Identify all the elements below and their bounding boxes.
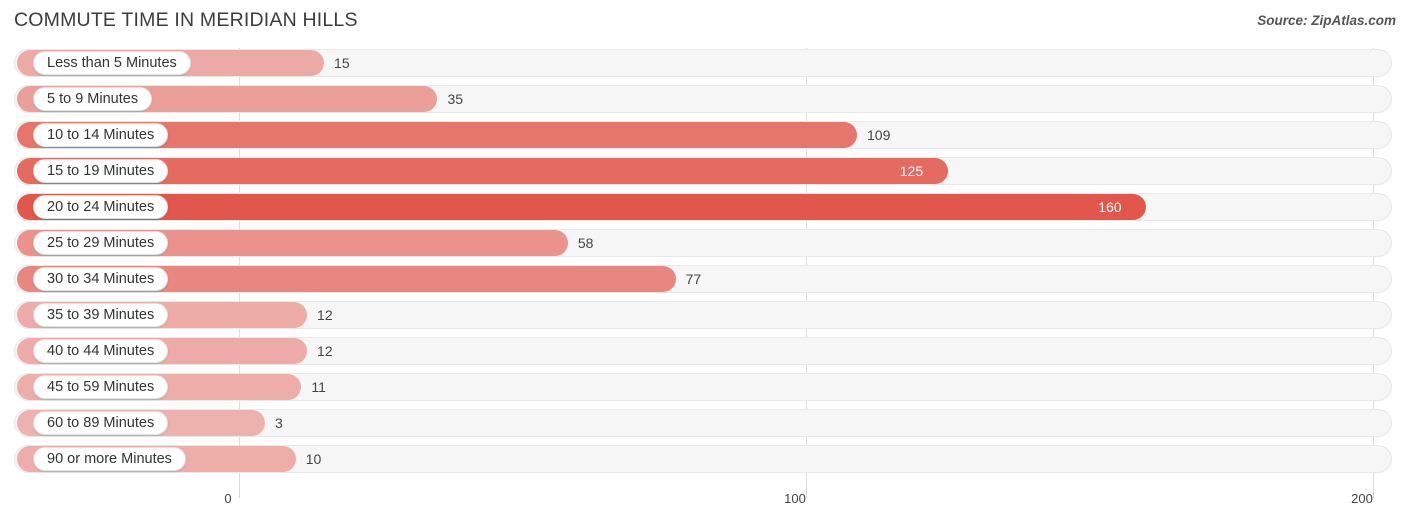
category-label: 5 to 9 Minutes xyxy=(47,90,139,107)
category-label: 25 to 29 Minutes xyxy=(47,234,155,251)
bar-value-label: 58 xyxy=(577,235,594,251)
category-label-pill: 15 to 19 Minutes xyxy=(33,159,169,183)
x-axis: 0 100 200 xyxy=(0,486,1406,522)
axis-tick xyxy=(806,486,807,498)
category-label-pill: 90 or more Minutes xyxy=(33,447,186,471)
page-title: COMMUTE TIME IN MERIDIAN HILLS xyxy=(14,9,358,31)
category-label: 40 to 44 Minutes xyxy=(47,342,155,359)
bar-row[interactable]: 20 to 24 Minutes 160 xyxy=(0,192,1406,222)
bar-value-label: 125 xyxy=(899,163,924,179)
bar-row[interactable]: 5 to 9 Minutes 35 xyxy=(0,84,1406,114)
axis-tick xyxy=(239,486,240,498)
bar-value-label: 109 xyxy=(867,127,891,143)
bar-value-label: 35 xyxy=(447,91,464,107)
category-label: 60 to 89 Minutes xyxy=(47,414,155,431)
category-label: 15 to 19 Minutes xyxy=(47,162,155,179)
category-label-pill: 5 to 9 Minutes xyxy=(33,87,153,111)
bar-row[interactable]: 15 to 19 Minutes 125 xyxy=(0,156,1406,186)
category-label: Less than 5 Minutes xyxy=(47,54,177,71)
category-label: 10 to 14 Minutes xyxy=(47,126,155,143)
bar-row[interactable]: 40 to 44 Minutes 12 xyxy=(0,336,1406,366)
bar-row[interactable]: 35 to 39 Minutes 12 xyxy=(0,300,1406,330)
category-label: 45 to 59 Minutes xyxy=(47,378,155,395)
category-label-pill: 10 to 14 Minutes xyxy=(33,123,169,147)
bar-value-label: 10 xyxy=(305,451,322,467)
category-label-pill: Less than 5 Minutes xyxy=(33,51,191,75)
bar[interactable] xyxy=(17,194,1147,220)
category-label-pill: 20 to 24 Minutes xyxy=(33,195,169,219)
category-label: 35 to 39 Minutes xyxy=(47,306,155,323)
axis-tick-label: 100 xyxy=(784,491,806,506)
category-label-pill: 40 to 44 Minutes xyxy=(33,339,169,363)
bar-value-label: 12 xyxy=(317,307,333,323)
bar-row[interactable]: 90 or more Minutes 10 xyxy=(0,444,1406,474)
category-label-pill: 35 to 39 Minutes xyxy=(33,303,169,327)
axis-tick-label: 200 xyxy=(1351,491,1373,506)
bar-row[interactable]: Less than 5 Minutes 15 xyxy=(0,48,1406,78)
axis-tick xyxy=(1373,486,1374,498)
source-attribution: Source: ZipAtlas.com xyxy=(1257,13,1396,28)
bar-value-label: 15 xyxy=(334,55,350,71)
category-label: 90 or more Minutes xyxy=(47,450,172,467)
bar-row[interactable]: 30 to 34 Minutes 77 xyxy=(0,264,1406,294)
category-label: 30 to 34 Minutes xyxy=(47,270,155,287)
commute-time-bar-chart: COMMUTE TIME IN MERIDIAN HILLS Source: Z… xyxy=(0,0,1406,522)
bar-value-label: 11 xyxy=(311,379,326,395)
category-label-pill: 30 to 34 Minutes xyxy=(33,267,169,291)
bar-row[interactable]: 60 to 89 Minutes 3 xyxy=(0,408,1406,438)
bar-row[interactable]: 25 to 29 Minutes 58 xyxy=(0,228,1406,258)
plot-area: Less than 5 Minutes 15 5 to 9 Minutes 35 10 … xyxy=(0,48,1406,486)
axis-tick-label: 0 xyxy=(224,491,232,506)
bar-row[interactable]: 10 to 14 Minutes 109 xyxy=(0,120,1406,150)
category-label-pill: 45 to 59 Minutes xyxy=(33,375,169,399)
category-label: 20 to 24 Minutes xyxy=(47,198,155,215)
bar-rows: Less than 5 Minutes 15 5 to 9 Minutes 35 10 … xyxy=(0,48,1406,480)
category-label-pill: 25 to 29 Minutes xyxy=(33,231,169,255)
bar-value-label: 77 xyxy=(685,271,702,287)
bar-value-label: 12 xyxy=(317,343,333,359)
bar-value-label: 160 xyxy=(1098,199,1122,215)
bar-row[interactable]: 45 to 59 Minutes 11 xyxy=(0,372,1406,402)
category-label-pill: 60 to 89 Minutes xyxy=(33,411,169,435)
bar-value-label: 3 xyxy=(275,415,283,431)
